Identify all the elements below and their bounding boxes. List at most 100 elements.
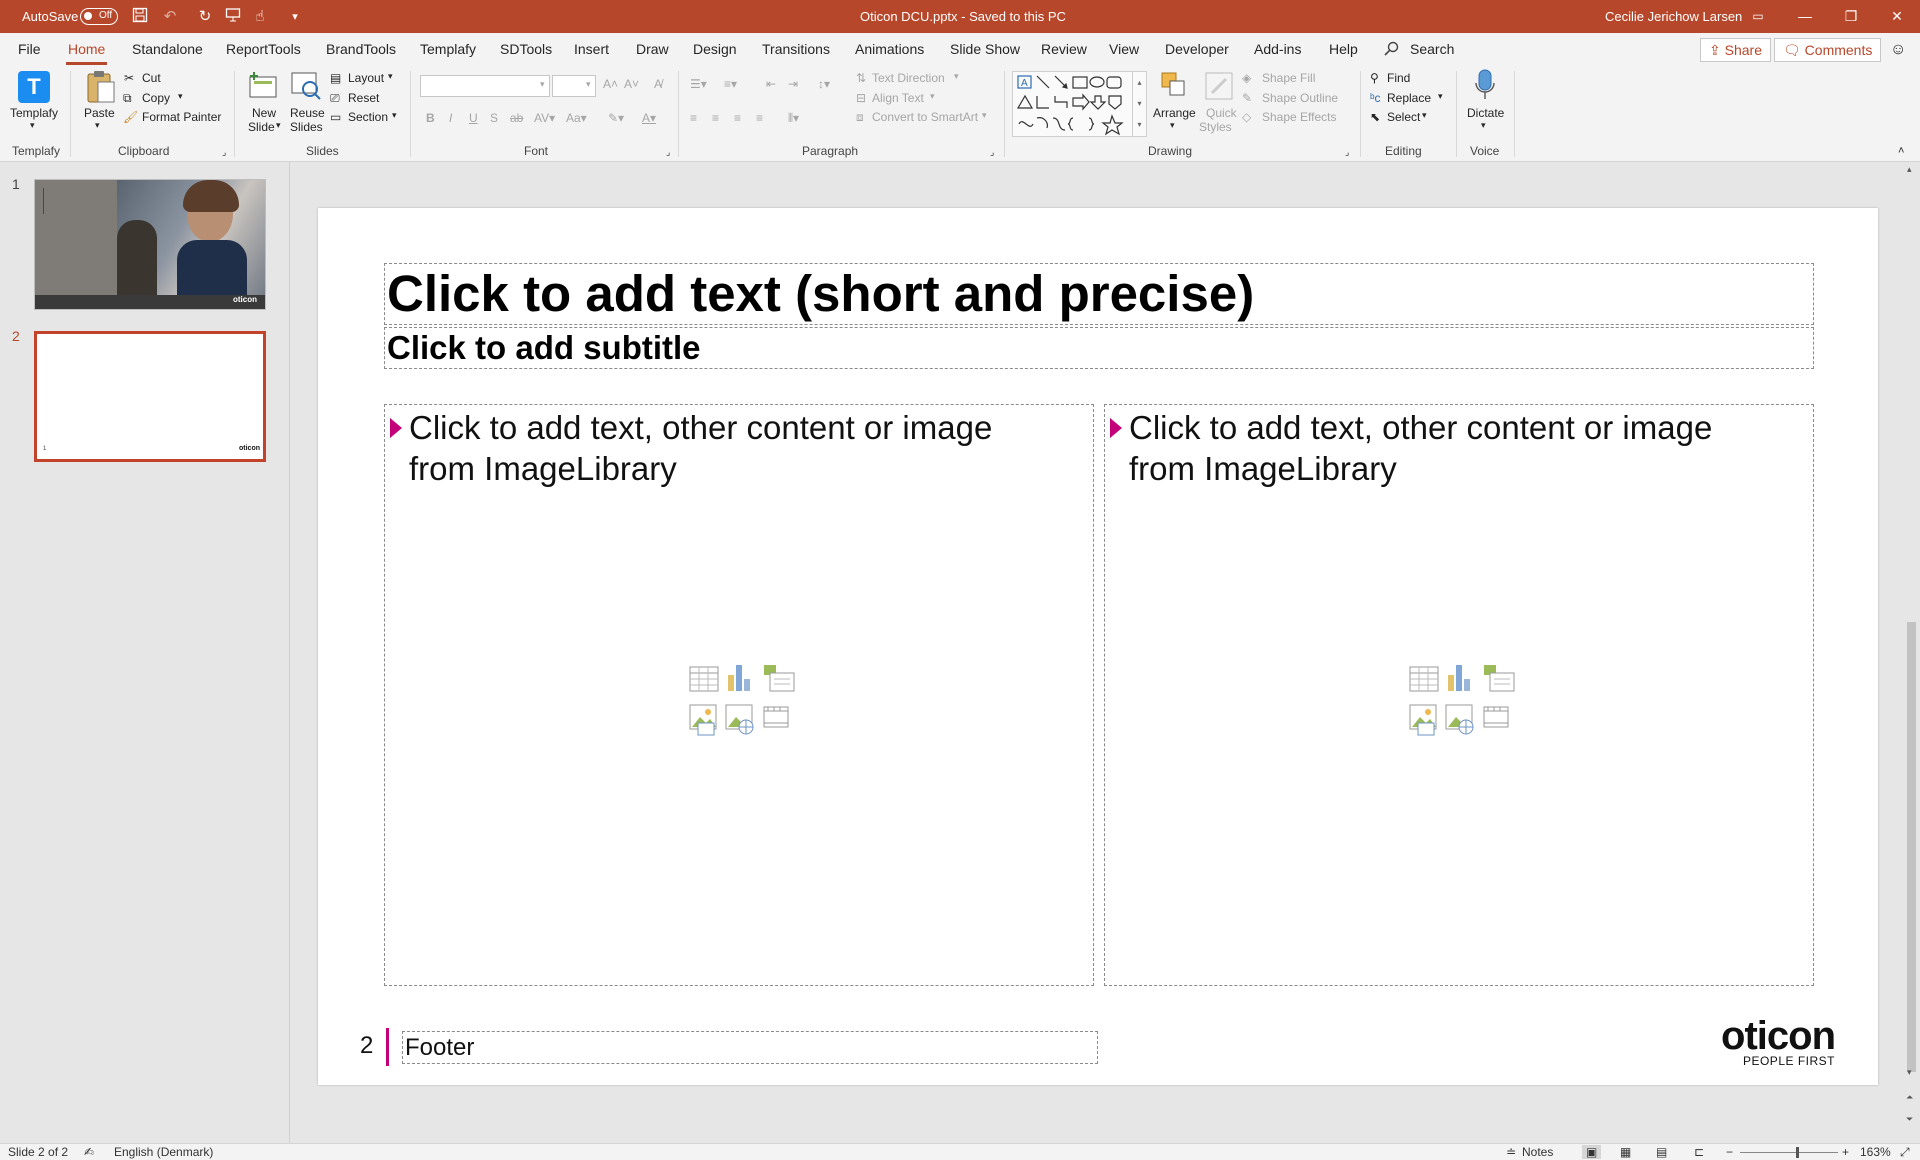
smartart-icon[interactable]: ⧈ bbox=[856, 110, 864, 125]
slide-thumbnail-2-selected[interactable]: 1 oticon bbox=[34, 331, 266, 462]
layout-icon[interactable]: ▤ bbox=[330, 71, 341, 85]
fit-slide-icon[interactable]: ⤢ bbox=[1900, 1145, 1910, 1160]
templafy-icon[interactable]: T bbox=[18, 71, 50, 103]
align-text-icon[interactable]: ⊟ bbox=[856, 91, 866, 105]
reuse-slides-label-2[interactable]: Slides bbox=[290, 120, 323, 134]
decrease-indent-icon[interactable]: ⇤ bbox=[766, 77, 776, 91]
drawing-launcher-icon[interactable]: ⌟ bbox=[1345, 147, 1349, 158]
shapes-gallery[interactable]: A ▴ ▾ ▾ bbox=[1012, 71, 1147, 137]
tab-templafy[interactable]: Templafy bbox=[420, 41, 476, 57]
notes-icon[interactable]: ≐ bbox=[1506, 1145, 1516, 1159]
shape-effects-button[interactable]: Shape Effects bbox=[1262, 110, 1337, 124]
shape-fill-button[interactable]: Shape Fill bbox=[1262, 71, 1315, 85]
section-button[interactable]: Section bbox=[348, 110, 388, 124]
footer-placeholder[interactable]: Footer bbox=[402, 1031, 1098, 1064]
underline-button[interactable]: U bbox=[469, 111, 478, 125]
shape-effects-icon[interactable]: ◇ bbox=[1242, 110, 1251, 124]
language-indicator[interactable]: English (Denmark) bbox=[114, 1145, 213, 1159]
slide-sorter-icon[interactable]: ▦ bbox=[1620, 1145, 1631, 1159]
ribbon-display-icon[interactable]: ▭ bbox=[1735, 0, 1781, 33]
font-size-dropdown-icon[interactable]: ▾ bbox=[586, 79, 591, 90]
tab-reporttools[interactable]: ReportTools bbox=[226, 41, 301, 57]
slide-canvas[interactable]: Click to add text (short and precise) Cl… bbox=[318, 208, 1878, 1085]
autosave-toggle[interactable]: Off bbox=[80, 8, 118, 25]
tab-sdtools[interactable]: SDTools bbox=[500, 41, 552, 57]
shape-fill-icon[interactable]: ◈ bbox=[1242, 71, 1251, 85]
align-center-icon[interactable]: ≡ bbox=[712, 111, 719, 125]
quick-styles-icon[interactable] bbox=[1204, 71, 1234, 104]
shadow-button[interactable]: S bbox=[490, 111, 498, 125]
layout-button[interactable]: Layout bbox=[348, 71, 384, 85]
change-case-icon[interactable]: Aa▾ bbox=[566, 111, 587, 125]
font-launcher-icon[interactable]: ⌟ bbox=[666, 147, 670, 158]
minimize-button[interactable]: — bbox=[1782, 0, 1828, 33]
arrange-dropdown-icon[interactable]: ▾ bbox=[1170, 120, 1175, 131]
text-direction-dropdown-icon[interactable]: ▾ bbox=[954, 71, 959, 82]
highlight-icon[interactable]: ✎▾ bbox=[608, 111, 624, 125]
replace-icon[interactable]: ᵇc bbox=[1370, 91, 1381, 105]
format-painter-icon[interactable]: 🖌 bbox=[123, 110, 138, 124]
reset-icon[interactable]: ⎚ bbox=[330, 91, 340, 106]
normal-view-icon[interactable]: ▣ bbox=[1582, 1145, 1602, 1159]
restore-button[interactable]: ❐ bbox=[1828, 0, 1874, 33]
tab-slide-show[interactable]: Slide Show bbox=[950, 41, 1020, 57]
shape-outline-button[interactable]: Shape Outline bbox=[1262, 91, 1338, 105]
save-icon[interactable] bbox=[130, 7, 150, 27]
next-slide-icon[interactable]: ⏷ bbox=[1906, 1114, 1913, 1125]
subtitle-placeholder[interactable]: Click to add subtitle bbox=[384, 327, 1814, 369]
shape-outline-icon[interactable]: ✎ bbox=[1242, 91, 1252, 105]
tab-animations[interactable]: Animations bbox=[855, 41, 924, 57]
zoom-in-button[interactable]: + bbox=[1842, 1145, 1849, 1159]
gallery-scroll-icon[interactable]: ▴ ▾ ▾ bbox=[1132, 72, 1146, 136]
paste-button[interactable]: Paste bbox=[84, 106, 115, 120]
close-button[interactable]: ✕ bbox=[1874, 0, 1920, 33]
clear-formatting-icon[interactable]: A̸ bbox=[654, 77, 662, 91]
select-icon[interactable]: ⬉ bbox=[1370, 110, 1380, 124]
font-name-combobox[interactable] bbox=[420, 75, 550, 97]
title-placeholder[interactable]: Click to add text (short and precise) bbox=[384, 263, 1814, 325]
format-painter-button[interactable]: Format Painter bbox=[142, 110, 221, 124]
clipboard-launcher-icon[interactable]: ⌟ bbox=[222, 147, 226, 158]
tab-developer[interactable]: Developer bbox=[1165, 41, 1229, 57]
find-icon[interactable]: ⚲ bbox=[1370, 71, 1379, 85]
paste-icon[interactable] bbox=[86, 70, 116, 107]
font-name-dropdown-icon[interactable]: ▾ bbox=[540, 79, 545, 90]
copy-icon[interactable]: ⧉ bbox=[123, 91, 132, 106]
reuse-slides-icon[interactable] bbox=[290, 71, 322, 104]
scroll-down-icon[interactable]: ▾ bbox=[1907, 1067, 1912, 1078]
vertical-scrollbar[interactable]: ▴ ▾ ⏶ ⏷ bbox=[1903, 162, 1920, 1143]
tab-file[interactable]: File bbox=[18, 41, 41, 57]
tab-insert[interactable]: Insert bbox=[574, 41, 609, 57]
cut-icon[interactable]: ✂ bbox=[124, 71, 134, 85]
reset-button[interactable]: Reset bbox=[348, 91, 379, 105]
paste-dropdown-icon[interactable]: ▾ bbox=[95, 120, 100, 131]
new-slide-icon[interactable] bbox=[248, 71, 278, 102]
italic-button[interactable]: I bbox=[449, 111, 452, 125]
reading-view-icon[interactable]: ▤ bbox=[1656, 1145, 1667, 1159]
templafy-button[interactable]: Templafy bbox=[10, 106, 58, 120]
zoom-out-button[interactable]: − bbox=[1726, 1145, 1733, 1159]
tab-home[interactable]: Home bbox=[65, 41, 108, 65]
zoom-slider-handle[interactable] bbox=[1796, 1147, 1799, 1158]
section-dropdown-icon[interactable]: ▾ bbox=[392, 110, 397, 121]
quick-styles-label-1[interactable]: Quick bbox=[1206, 106, 1237, 120]
text-direction-icon[interactable]: ⇅ bbox=[856, 71, 866, 85]
right-content-placeholder[interactable]: Click to add text, other content or imag… bbox=[1104, 404, 1814, 986]
copy-button[interactable]: Copy bbox=[142, 91, 170, 105]
tab-design[interactable]: Design bbox=[693, 41, 737, 57]
smartart-dropdown-icon[interactable]: ▾ bbox=[982, 110, 987, 121]
quick-styles-label-2[interactable]: Styles bbox=[1199, 120, 1232, 134]
customize-toolbar-icon[interactable]: ▾ bbox=[285, 7, 305, 27]
align-left-icon[interactable]: ≡ bbox=[690, 111, 697, 125]
align-text-button[interactable]: Align Text bbox=[872, 91, 924, 105]
columns-icon[interactable]: ⫴▾ bbox=[788, 111, 799, 126]
dictate-button[interactable]: Dictate bbox=[1467, 106, 1504, 120]
align-right-icon[interactable]: ≡ bbox=[734, 111, 741, 125]
zoom-slider-track[interactable] bbox=[1740, 1152, 1838, 1153]
previous-slide-icon[interactable]: ⏶ bbox=[1906, 1092, 1913, 1103]
cut-button[interactable]: Cut bbox=[142, 71, 161, 85]
strikethrough-button[interactable]: ab bbox=[510, 111, 523, 125]
slide-thumbnail-1[interactable]: oticon bbox=[34, 179, 266, 310]
tab-brandtools[interactable]: BrandTools bbox=[326, 41, 396, 57]
convert-smartart-button[interactable]: Convert to SmartArt bbox=[872, 110, 978, 124]
